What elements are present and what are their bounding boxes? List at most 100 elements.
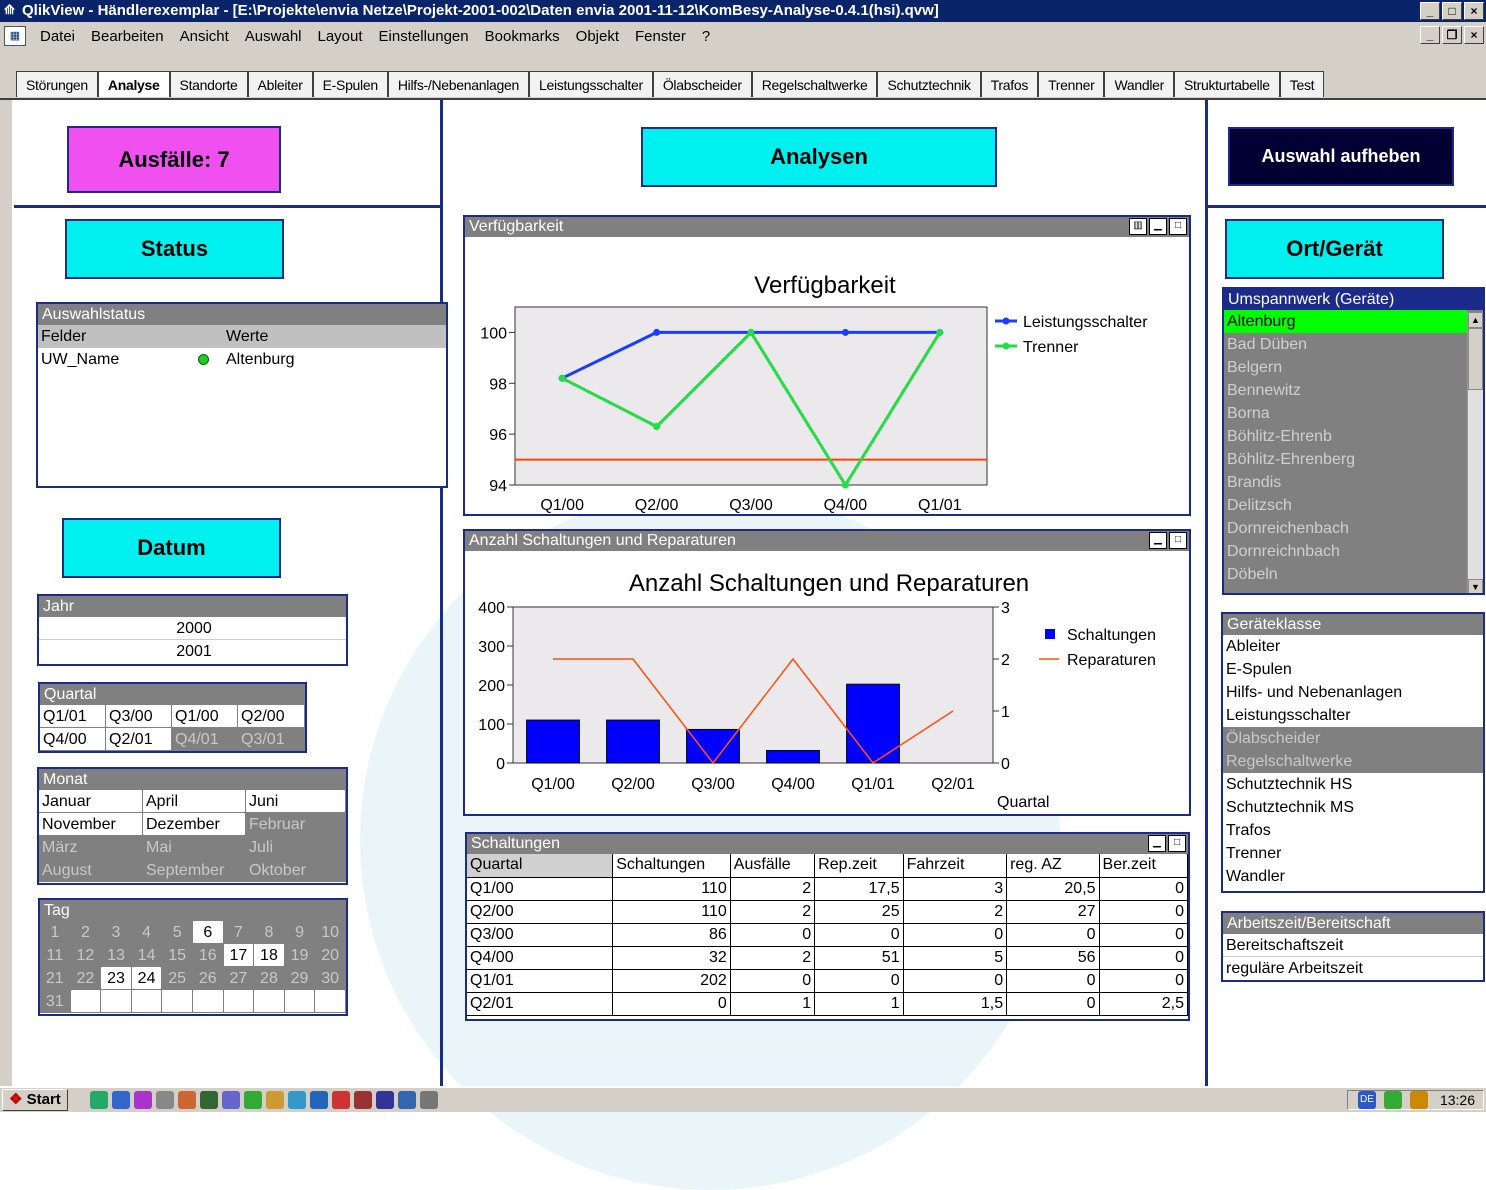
- arbeitszeit-item[interactable]: Bereitschaftszeit: [1223, 934, 1483, 957]
- tag-item[interactable]: 31: [40, 990, 71, 1013]
- tag-item[interactable]: 16: [192, 944, 224, 967]
- column-header[interactable]: Quartal: [467, 854, 614, 878]
- monat-item[interactable]: Dezember: [143, 813, 246, 836]
- doc-close-button[interactable]: ×: [1464, 26, 1484, 44]
- tag-item[interactable]: 28: [254, 967, 285, 990]
- tab-11[interactable]: Trenner: [1038, 71, 1105, 97]
- tag-item[interactable]: 13: [101, 944, 132, 967]
- monat-item[interactable]: Juni: [246, 790, 346, 813]
- tag-item[interactable]: 3: [101, 921, 132, 944]
- menu-layout[interactable]: Layout: [310, 28, 371, 45]
- geraeteklasse-item[interactable]: Trenner: [1223, 842, 1483, 865]
- menu-bookmarks[interactable]: Bookmarks: [477, 28, 568, 45]
- chart2-minimize-button[interactable]: ▁: [1149, 532, 1167, 549]
- column-header[interactable]: reg. AZ: [1006, 854, 1100, 878]
- tag-item[interactable]: [223, 990, 255, 1013]
- tab-5[interactable]: Hilfs-/Nebenanlagen: [387, 71, 529, 97]
- tag-item[interactable]: [70, 990, 102, 1013]
- tab-7[interactable]: Ölabscheider: [652, 71, 752, 97]
- tab-1[interactable]: Analyse: [97, 71, 170, 97]
- scroll-thumb[interactable]: [1468, 328, 1483, 390]
- umspannwerk-item[interactable]: Dornreichenbach: [1224, 517, 1467, 540]
- menu-datei[interactable]: Datei: [32, 28, 83, 45]
- taskbar-app-icon[interactable]: [397, 1091, 416, 1109]
- monat-item[interactable]: August: [39, 859, 143, 882]
- geraeteklasse-item[interactable]: Ableiter: [1223, 635, 1483, 658]
- taskbar-app-icon[interactable]: [265, 1091, 284, 1109]
- tag-item[interactable]: 5: [162, 921, 193, 944]
- tag-item[interactable]: [254, 990, 285, 1013]
- taskbar-app-icon[interactable]: [177, 1091, 196, 1109]
- document-icon[interactable]: ▦: [4, 26, 26, 46]
- geraeteklasse-item[interactable]: Leistungsschalter: [1223, 704, 1483, 727]
- tab-14[interactable]: Test: [1279, 71, 1325, 97]
- column-header[interactable]: Ber.zeit: [1099, 854, 1189, 878]
- tag-item[interactable]: 22: [70, 967, 102, 990]
- minimize-button[interactable]: _: [1420, 2, 1440, 20]
- close-button[interactable]: ×: [1464, 2, 1484, 20]
- start-button[interactable]: ❖ Start: [2, 1089, 68, 1111]
- umspannwerk-item[interactable]: Altenburg: [1224, 310, 1467, 333]
- quartal-item[interactable]: Q3/00: [106, 705, 172, 728]
- tab-10[interactable]: Trafos: [980, 71, 1039, 97]
- column-header[interactable]: Rep.zeit: [814, 854, 904, 878]
- menu-bearbeiten[interactable]: Bearbeiten: [83, 28, 172, 45]
- chart1-maximize-button[interactable]: □: [1169, 218, 1187, 235]
- tag-item[interactable]: 20: [315, 944, 346, 967]
- taskbar-app-icon[interactable]: [375, 1091, 394, 1109]
- geraeteklasse-item[interactable]: Hilfs- und Nebenanlagen: [1223, 681, 1483, 704]
- taskbar-app-icon[interactable]: [155, 1091, 174, 1109]
- monat-item[interactable]: März: [39, 836, 143, 859]
- geraeteklasse-item[interactable]: Regelschaltwerke: [1223, 750, 1483, 773]
- umspannwerk-item[interactable]: Belgern: [1224, 356, 1467, 379]
- monat-item[interactable]: Januar: [39, 790, 143, 813]
- tag-item[interactable]: 17: [223, 944, 255, 967]
- column-header[interactable]: Ausfälle: [730, 854, 816, 878]
- auswahl-aufheben-button[interactable]: Auswahl aufheben: [1228, 127, 1454, 186]
- umspannwerk-item[interactable]: Delitzsch: [1224, 494, 1467, 517]
- jahr-item[interactable]: 2000: [39, 617, 346, 640]
- scroll-down-icon[interactable]: ▼: [1468, 579, 1483, 593]
- monat-item[interactable]: November: [39, 813, 143, 836]
- tag-item[interactable]: 30: [315, 967, 346, 990]
- umspannwerk-item[interactable]: Borna: [1224, 402, 1467, 425]
- tag-item[interactable]: 4: [131, 921, 163, 944]
- menu-auswahl[interactable]: Auswahl: [237, 28, 310, 45]
- arbeitszeit-item[interactable]: reguläre Arbeitszeit: [1223, 957, 1483, 980]
- tag-item[interactable]: 12: [70, 944, 102, 967]
- monat-item[interactable]: Februar: [246, 813, 346, 836]
- umspannwerk-item[interactable]: Böhlitz-Ehrenberg: [1224, 448, 1467, 471]
- tag-item[interactable]: 15: [162, 944, 193, 967]
- chart1-minimize-button[interactable]: ▁: [1149, 218, 1167, 235]
- menu-fenster[interactable]: Fenster: [627, 28, 694, 45]
- taskbar-app-icon[interactable]: [331, 1091, 350, 1109]
- jahr-item[interactable]: 2001: [39, 640, 346, 663]
- quartal-item[interactable]: Q2/01: [106, 728, 172, 751]
- doc-minimize-button[interactable]: _: [1420, 26, 1440, 44]
- taskbar-app-icon[interactable]: [111, 1091, 130, 1109]
- language-indicator[interactable]: DE: [1357, 1091, 1376, 1109]
- umspannwerk-item[interactable]: Bad Düben: [1224, 333, 1467, 356]
- geraeteklasse-item[interactable]: Wandler: [1223, 865, 1483, 888]
- table-maximize-button[interactable]: □: [1168, 835, 1186, 852]
- tag-item[interactable]: 27: [223, 967, 255, 990]
- tag-item[interactable]: 6: [192, 921, 224, 944]
- menu-einstellungen[interactable]: Einstellungen: [371, 28, 477, 45]
- monat-item[interactable]: Juli: [246, 836, 346, 859]
- tag-item[interactable]: 19: [284, 944, 316, 967]
- tag-item[interactable]: 25: [162, 967, 193, 990]
- quartal-item[interactable]: Q1/00: [172, 705, 238, 728]
- tab-9[interactable]: Schutztechnik: [877, 71, 981, 97]
- tag-item[interactable]: 26: [192, 967, 224, 990]
- tray-volume-icon[interactable]: [1409, 1091, 1428, 1109]
- tag-item[interactable]: [284, 990, 316, 1013]
- umspannwerk-item[interactable]: Böhlitz-Ehrenb: [1224, 425, 1467, 448]
- tag-item[interactable]: 14: [131, 944, 163, 967]
- tag-item[interactable]: 18: [254, 944, 285, 967]
- taskbar-app-icon[interactable]: [309, 1091, 328, 1109]
- schaltungen-reparaturen-chart[interactable]: Anzahl Schaltungen und Reparaturen010020…: [465, 551, 1189, 814]
- tag-item[interactable]: 29: [284, 967, 316, 990]
- menu-objekt[interactable]: Objekt: [568, 28, 627, 45]
- umspannwerk-scrollbar[interactable]: ▲ ▼: [1467, 312, 1483, 593]
- tab-4[interactable]: E-Spulen: [312, 71, 388, 97]
